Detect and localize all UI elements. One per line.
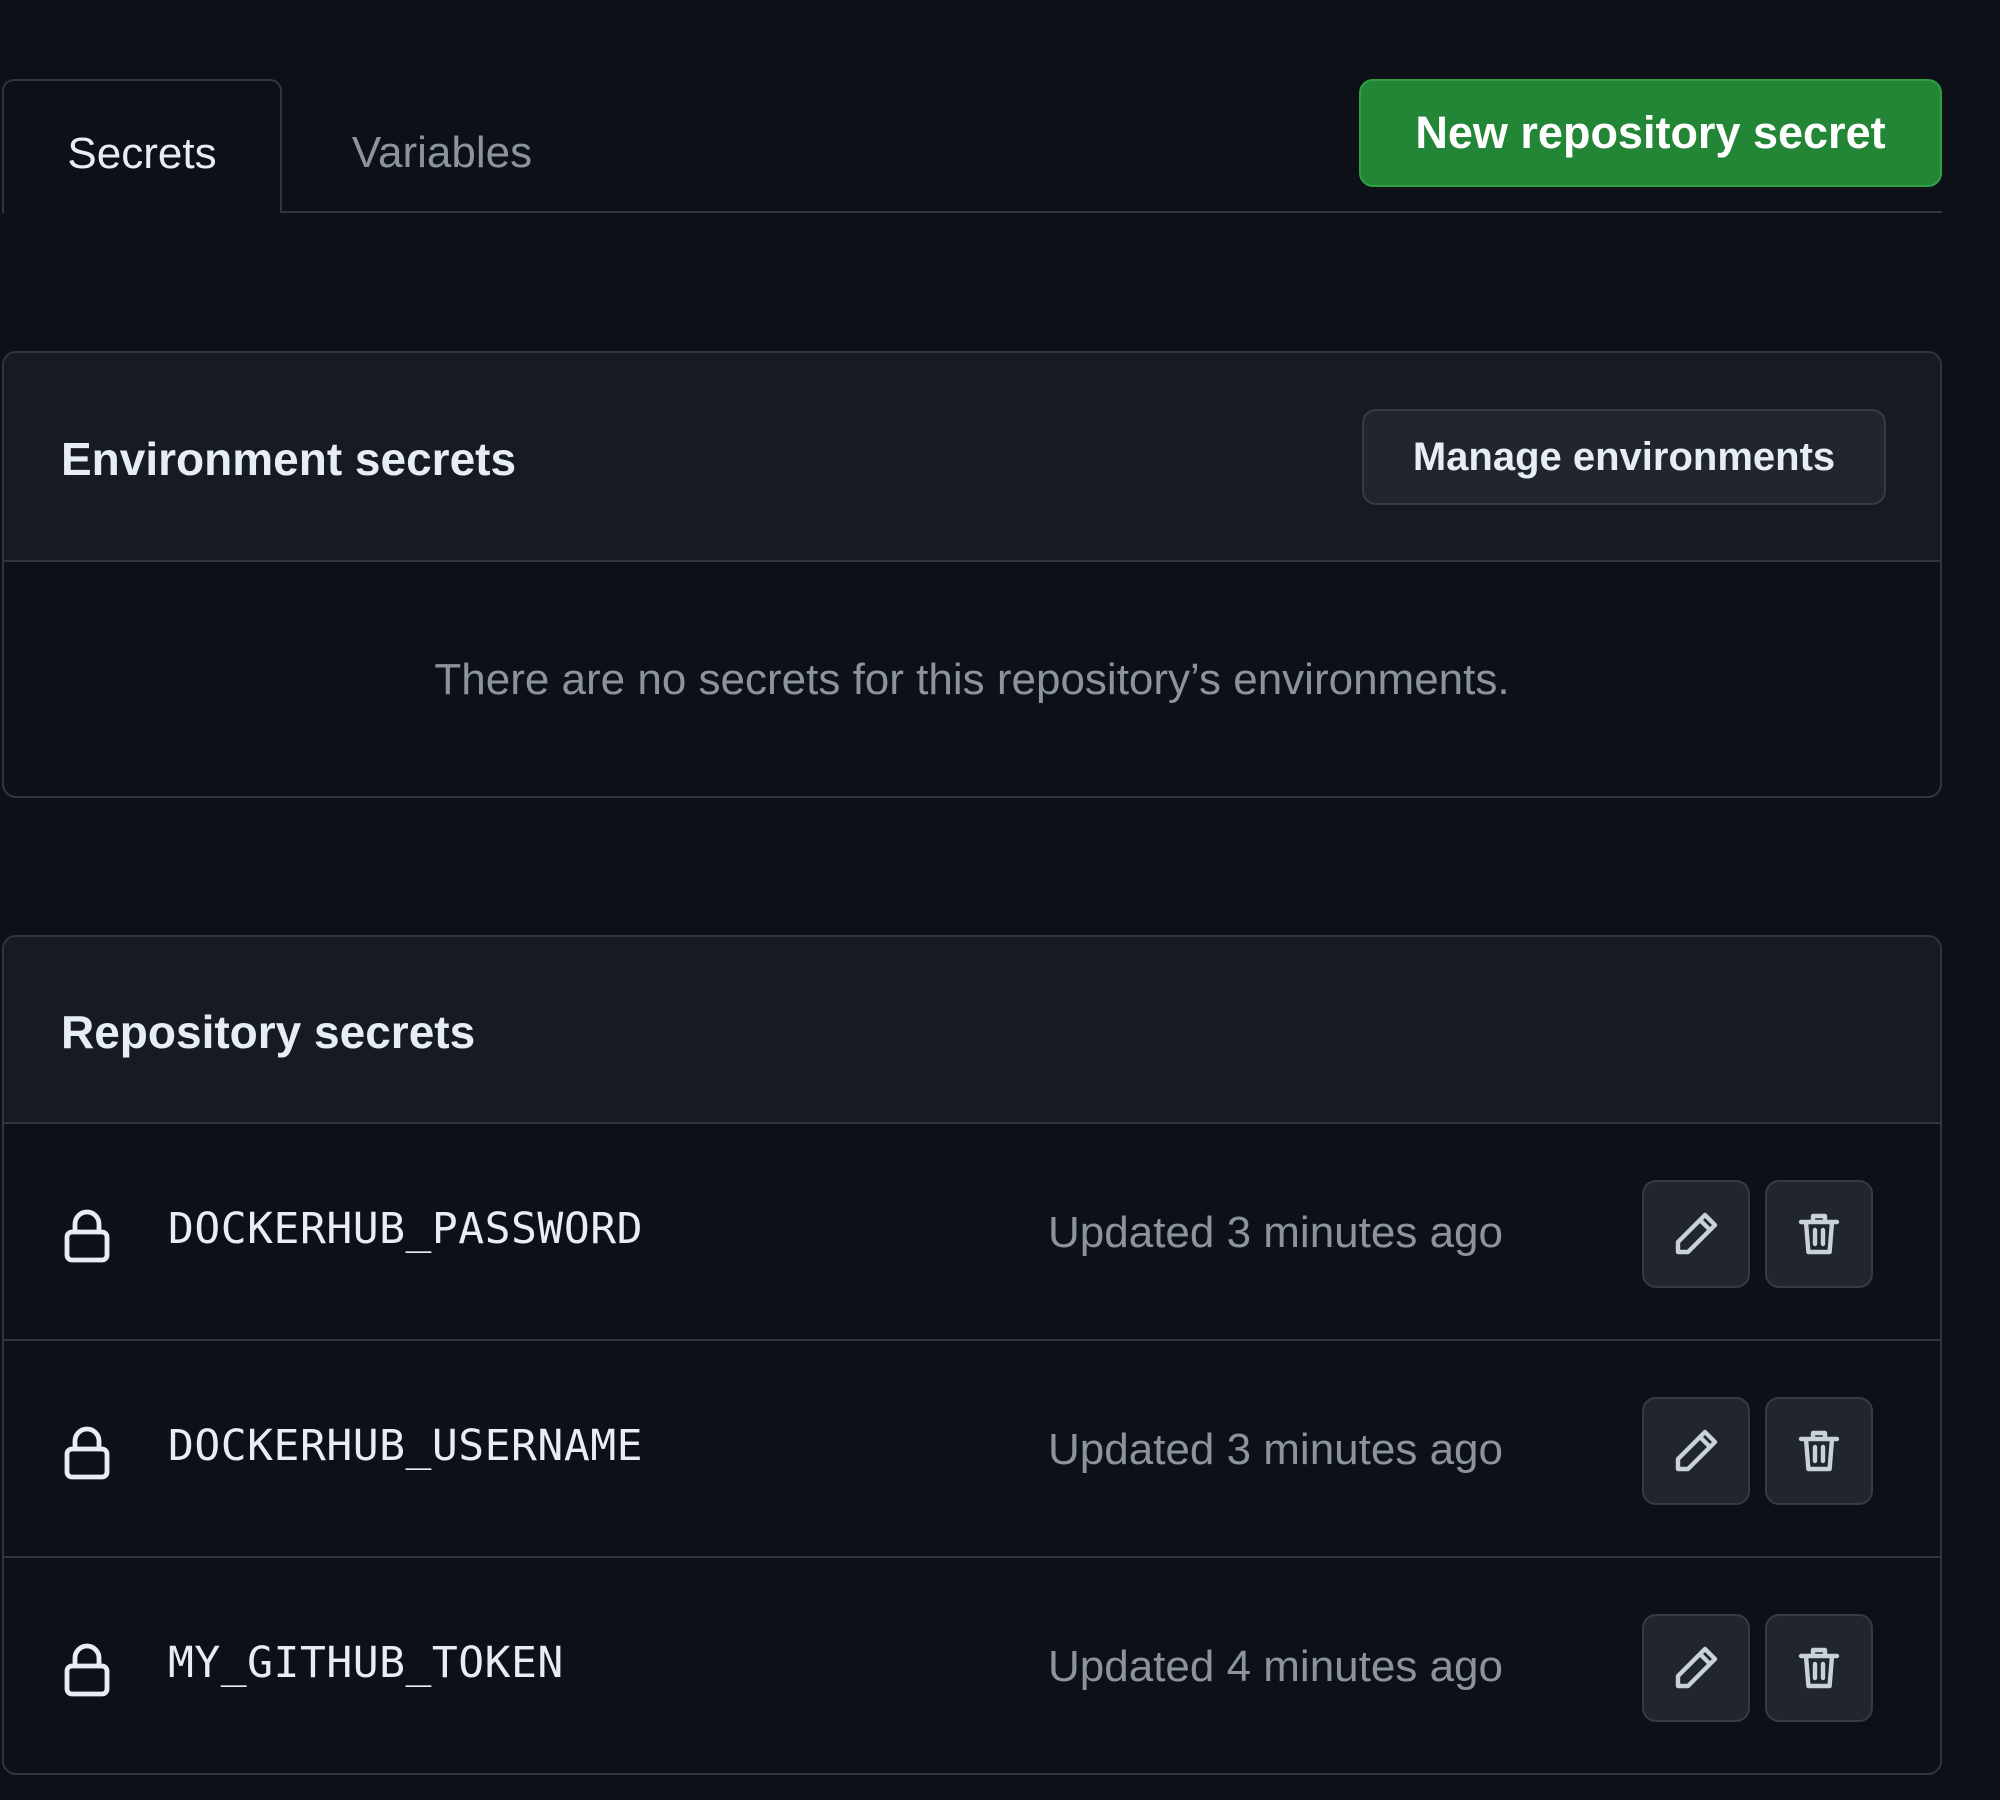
environment-secrets-header: Environment secrets Manage environments <box>4 353 1940 562</box>
tab-variables[interactable]: Variables <box>282 79 602 213</box>
tab-secrets-label: Secrets <box>67 129 217 178</box>
pencil-icon <box>1675 1212 1718 1255</box>
tab-secrets[interactable]: Secrets <box>2 79 282 213</box>
secret-name: MY_GITHUB_TOKEN <box>168 1638 564 1688</box>
delete-secret-button[interactable] <box>1765 1614 1873 1722</box>
secret-updated: Updated 3 minutes ago <box>1048 1425 1503 1474</box>
edit-secret-button[interactable] <box>1642 1180 1750 1288</box>
lock-icon <box>64 1426 110 1480</box>
edit-secret-button[interactable] <box>1642 1614 1750 1722</box>
repository-secrets-title: Repository secrets <box>61 1006 476 1058</box>
edit-secret-button[interactable] <box>1642 1397 1750 1505</box>
pencil-icon <box>1675 1646 1718 1689</box>
new-repository-secret-button[interactable]: New repository secret <box>1359 79 1942 187</box>
secret-updated: Updated 3 minutes ago <box>1048 1208 1503 1257</box>
trash-icon <box>1798 1430 1840 1472</box>
pencil-icon <box>1675 1429 1718 1472</box>
environment-secrets-empty-message: There are no secrets for this repository… <box>434 655 1510 704</box>
trash-icon <box>1798 1647 1840 1689</box>
manage-environments-label: Manage environments <box>1412 434 1836 479</box>
secret-name: DOCKERHUB_PASSWORD <box>168 1204 643 1254</box>
tab-variables-label: Variables <box>351 128 533 177</box>
secrets-page: Secrets Variables New repository secret … <box>0 0 2000 1800</box>
secret-name: DOCKERHUB_USERNAME <box>168 1421 643 1471</box>
manage-environments-button[interactable]: Manage environments <box>1362 409 1886 505</box>
new-repository-secret-label: New repository secret <box>1415 107 1886 158</box>
secret-row: DOCKERHUB_USERNAME Updated 3 minutes ago <box>4 1341 1940 1558</box>
secret-row: MY_GITHUB_TOKEN Updated 4 minutes ago <box>4 1558 1940 1773</box>
repository-secrets-panel: Repository secrets DOCKERHUB_PASSWORD Up… <box>2 935 1942 1775</box>
trash-icon <box>1798 1213 1840 1255</box>
secret-updated: Updated 4 minutes ago <box>1048 1642 1503 1691</box>
lock-icon <box>64 1209 110 1263</box>
environment-secrets-panel: Environment secrets Manage environments … <box>2 351 1942 798</box>
secret-row: DOCKERHUB_PASSWORD Updated 3 minutes ago <box>4 1124 1940 1341</box>
delete-secret-button[interactable] <box>1765 1397 1873 1505</box>
repository-secrets-header: Repository secrets <box>4 937 1940 1124</box>
lock-icon <box>64 1643 110 1697</box>
delete-secret-button[interactable] <box>1765 1180 1873 1288</box>
environment-secrets-title: Environment secrets <box>61 433 517 485</box>
tab-bar: Secrets Variables New repository secret <box>0 0 1942 213</box>
